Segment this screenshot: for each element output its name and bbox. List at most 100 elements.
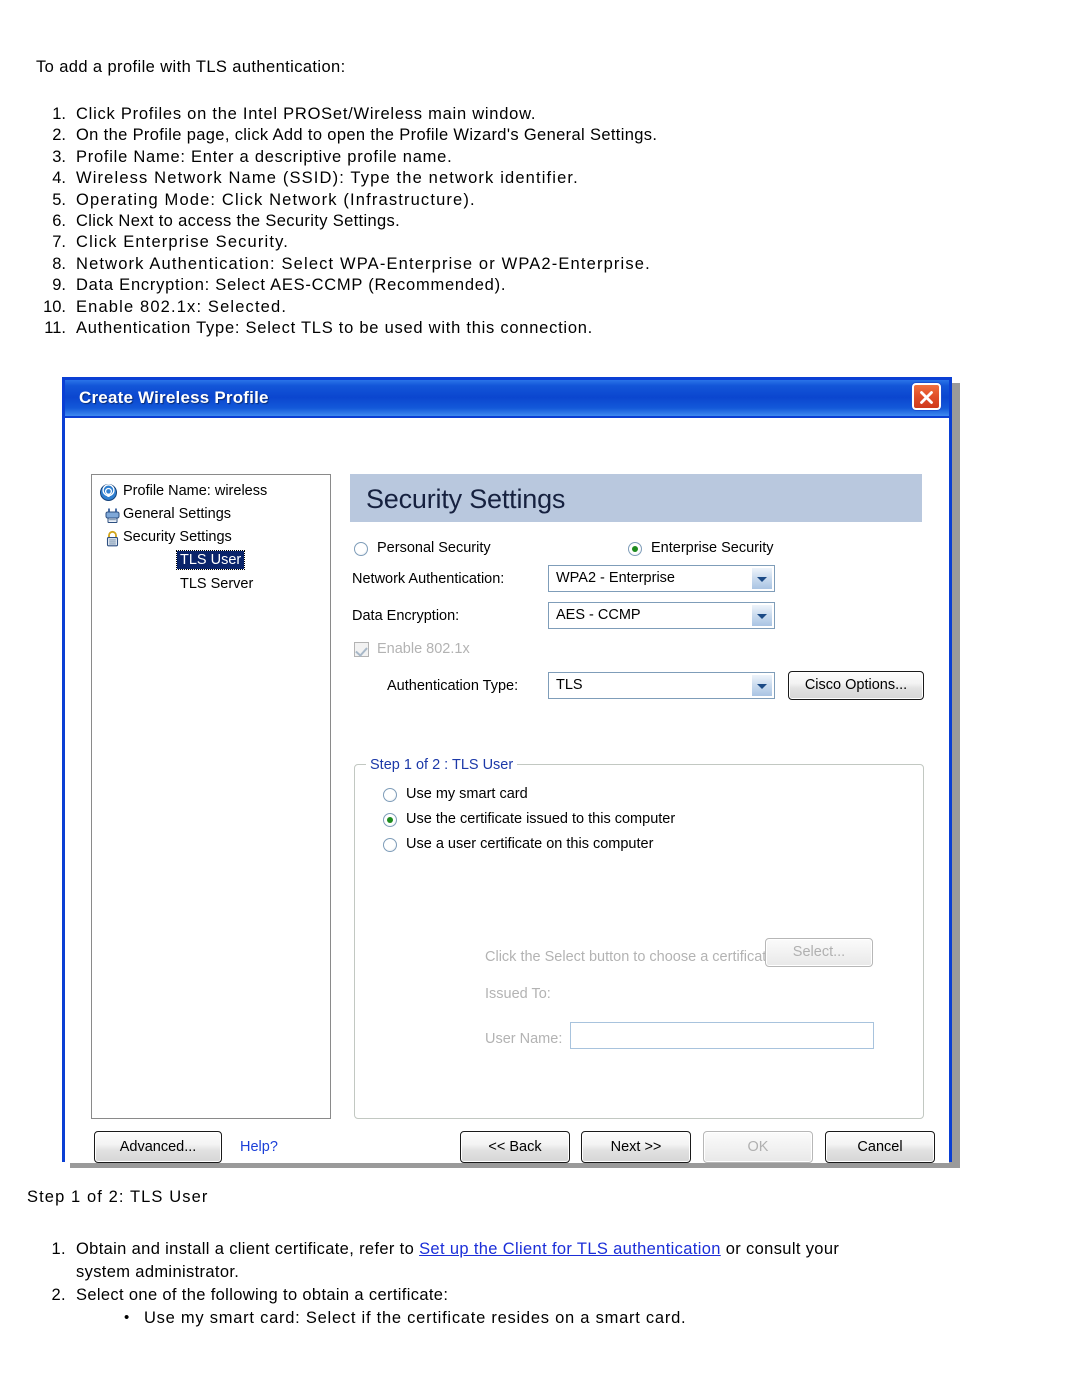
list-item-number: 3. (52, 147, 66, 166)
authentication-type-value: TLS (556, 677, 583, 693)
use-my-smart-card-radio[interactable] (383, 788, 397, 802)
computer-certificate-option-row[interactable]: Use the certificate issued to this compu… (350, 809, 922, 834)
list-item: 1. Obtain and install a client certificat… (36, 1238, 1056, 1284)
list-item: 4. Wireless Network Name (SSID): Type th… (36, 168, 996, 189)
authentication-type-select[interactable]: TLS (548, 672, 775, 699)
list-item-number: 9. (52, 276, 66, 295)
dialog-titlebar[interactable]: Create Wireless Profile (65, 380, 949, 418)
user-certificate-option-row[interactable]: Use a user certificate on this computer (350, 834, 922, 859)
data-encryption-select[interactable]: AES - CCMP (548, 602, 775, 629)
use-a-user-certificate-on-this-computer-radio[interactable] (383, 838, 397, 852)
cisco-options-label: Cisco Options... (804, 677, 908, 693)
smart-card-option-row[interactable]: Use my smart card (350, 784, 922, 809)
tree-item-profile-name[interactable]: Profile Name: wireless (92, 481, 330, 504)
tls-user-groupbox-title: Step 1 of 2 : TLS User (366, 757, 518, 773)
list-item-text: Enable 802.1x: Selected. (76, 297, 288, 316)
tree-item-security-settings[interactable]: Security Settings (92, 527, 330, 550)
list-item-text-line2: system administrator. (76, 1263, 240, 1281)
personal-security-label: Personal Security (377, 540, 491, 556)
list-item: 2. Select one of the following to obtain… (36, 1284, 1056, 1330)
data-encryption-label: Data Encryption: (352, 608, 460, 624)
list-item: 3. Profile Name: Enter a descriptive pro… (36, 147, 996, 168)
data-encryption-row: Data Encryption: AES - CCMP (350, 601, 922, 638)
enable-8021x-row: Enable 802.1x (350, 638, 922, 671)
list-item-text-prefix: Obtain and install a client certificate,… (76, 1240, 420, 1258)
instruction-list: 1. Click Profiles on the Intel PROSet/Wi… (36, 104, 996, 339)
tree-item-label: TLS Server (180, 576, 254, 592)
back-button[interactable]: << Back (460, 1131, 570, 1163)
list-item-text: Operating Mode: Click Network (Infrastru… (76, 190, 476, 209)
tree-item-label: Profile Name: wireless (123, 483, 268, 499)
help-link[interactable]: Help? (240, 1139, 278, 1155)
enable-8021x-checkbox[interactable] (354, 642, 369, 657)
list-item-number: 2. (52, 126, 66, 145)
below-instruction-list: 1. Obtain and install a client certificat… (36, 1238, 1056, 1330)
cancel-button[interactable]: Cancel (825, 1131, 935, 1163)
enable-8021x-label: Enable 802.1x (377, 641, 470, 657)
create-wireless-profile-dialog: Create Wireless Profile Profile Name: wi… (62, 377, 952, 1163)
list-item-number: 10. (43, 297, 66, 316)
enterprise-security-label: Enterprise Security (651, 540, 774, 556)
use-my-smart-card-label: Use my smart card (406, 786, 528, 802)
authentication-type-label: Authentication Type: (387, 678, 519, 694)
list-item: 5. Operating Mode: Click Network (Infras… (36, 190, 996, 211)
list-item: 11. Authentication Type: Select TLS to b… (36, 318, 996, 339)
data-encryption-value: AES - CCMP (556, 607, 641, 623)
advanced-button[interactable]: Advanced... (94, 1131, 222, 1163)
list-item-number: 6. (52, 212, 66, 231)
list-item-text: Wireless Network Name (SSID): Type the n… (76, 169, 579, 188)
pane-header: Security Settings (350, 474, 922, 522)
user-name-input[interactable] (570, 1022, 874, 1049)
bullet-item: Use my smart card: Select if the certifi… (76, 1306, 1056, 1330)
list-item-number: 7. (52, 233, 66, 252)
chevron-down-icon[interactable] (751, 604, 773, 627)
tls-setup-link[interactable]: Set up the Client for TLS authentication (419, 1240, 721, 1258)
network-authentication-row: Network Authentication: WPA2 - Enterpris… (350, 564, 922, 601)
close-icon[interactable] (912, 383, 941, 410)
back-label: << Back (488, 1139, 542, 1155)
tree-item-tls-user[interactable]: TLS User (92, 550, 330, 574)
list-item-text: Data Encryption: Select AES-CCMP (Recomm… (76, 276, 507, 295)
chevron-down-icon[interactable] (751, 674, 773, 697)
tree-item-label: Security Settings (123, 529, 232, 545)
dialog-title: Create Wireless Profile (79, 388, 269, 407)
list-item-number: 4. (52, 169, 66, 188)
network-authentication-value: WPA2 - Enterprise (556, 570, 675, 586)
select-certificate-button[interactable]: Select... (765, 938, 873, 967)
list-item-number: 2. (51, 1286, 66, 1304)
network-authentication-select[interactable]: WPA2 - Enterprise (548, 565, 775, 592)
select-certificate-prompt: Click the Select button to choose a cert… (485, 949, 779, 965)
page-intro-text: To add a profile with TLS authentication… (36, 58, 346, 76)
use-certificate-issued-to-this-computer-label: Use the certificate issued to this compu… (406, 811, 676, 827)
enterprise-security-radio[interactable] (628, 542, 642, 556)
list-item-text: Click Profiles on the Intel PROSet/Wirel… (76, 105, 537, 123)
cisco-options-button[interactable]: Cisco Options... (788, 671, 924, 700)
next-label: Next >> (610, 1139, 662, 1155)
use-certificate-issued-to-this-computer-radio[interactable] (383, 813, 397, 827)
tree-item-general-settings[interactable]: General Settings (92, 504, 330, 527)
authentication-type-row: Authentication Type: TLS Cisco Options..… (350, 671, 924, 705)
select-certificate-label: Select... (792, 944, 846, 960)
security-settings-pane: Security Settings Personal Security Ente… (350, 474, 924, 1119)
ok-label: OK (747, 1139, 769, 1155)
use-a-user-certificate-on-this-computer-label: Use a user certificate on this computer (406, 836, 654, 852)
personal-security-radio[interactable] (354, 542, 368, 556)
user-name-label: User Name: (485, 1031, 563, 1047)
list-item: 2. On the Profile page, click Add to ope… (36, 125, 996, 146)
list-item-number: 1. (51, 1240, 66, 1258)
list-item-text: Select one of the following to obtain a … (76, 1286, 449, 1304)
next-button[interactable]: Next >> (581, 1131, 691, 1163)
security-mode-row: Personal Security Enterprise Security (350, 522, 922, 564)
tree-item-label: TLS User (175, 550, 246, 570)
issued-to-label: Issued To: (485, 986, 551, 1002)
tree-item-tls-server[interactable]: TLS Server (92, 574, 330, 598)
list-item-text: Click Enterprise Security. (76, 233, 289, 252)
chevron-down-icon[interactable] (751, 567, 773, 590)
advanced-label: Advanced... (119, 1139, 197, 1155)
list-item-number: 5. (52, 190, 66, 209)
list-item-text-suffix: or consult your (720, 1240, 840, 1258)
page-title: Security Settings (366, 484, 566, 514)
list-item-text: Authentication Type: Select TLS to be us… (76, 319, 594, 338)
cancel-label: Cancel (857, 1139, 903, 1155)
ok-button[interactable]: OK (703, 1131, 813, 1163)
